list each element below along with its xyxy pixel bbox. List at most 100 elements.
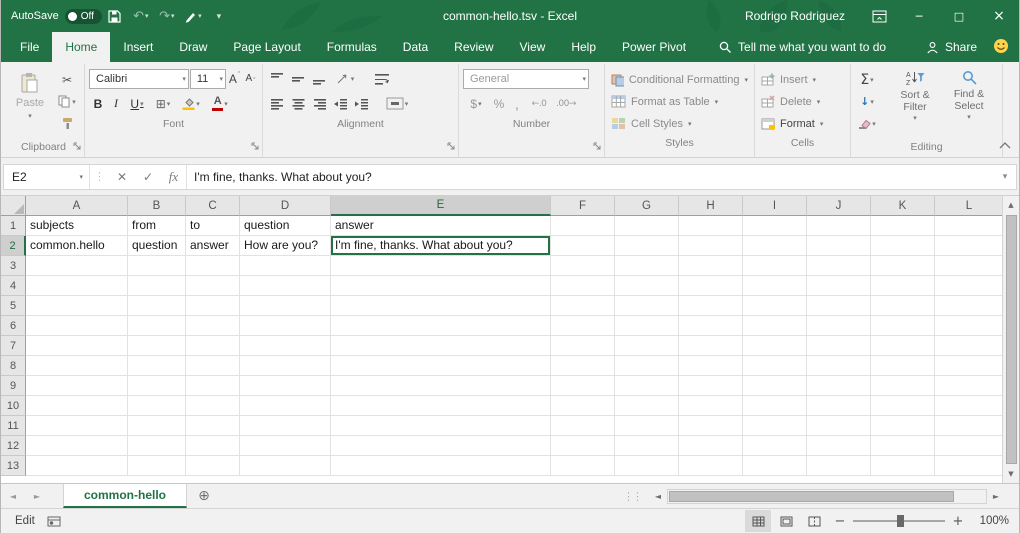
cell-H10[interactable]	[679, 396, 743, 416]
cell-B7[interactable]	[128, 336, 186, 356]
cell-L8[interactable]	[935, 356, 1002, 376]
cell-K11[interactable]	[871, 416, 935, 436]
cell-K12[interactable]	[871, 436, 935, 456]
cell-I3[interactable]	[743, 256, 807, 276]
cell-F13[interactable]	[551, 456, 615, 476]
cell-I4[interactable]	[743, 276, 807, 296]
cell-L2[interactable]	[935, 236, 1002, 256]
cell-I13[interactable]	[743, 456, 807, 476]
cell-E5[interactable]	[331, 296, 551, 316]
font-color-button[interactable]: A ▾	[206, 93, 234, 114]
zoom-out-button[interactable]: −	[829, 514, 851, 529]
new-sheet-button[interactable]: ⊕	[187, 484, 221, 508]
wrap-text-button[interactable]	[369, 68, 395, 89]
cell-K9[interactable]	[871, 376, 935, 396]
page-layout-view-button[interactable]	[773, 510, 799, 532]
cell-G10[interactable]	[615, 396, 679, 416]
column-header-F[interactable]: F	[551, 196, 615, 216]
cell-I1[interactable]	[743, 216, 807, 236]
comma-style-button[interactable]: ,	[509, 93, 525, 114]
tab-review[interactable]: Review	[441, 32, 506, 62]
ribbon-display-options-button[interactable]	[859, 0, 899, 32]
cell-C9[interactable]	[186, 376, 240, 396]
cell-C13[interactable]	[186, 456, 240, 476]
format-as-table-button[interactable]: Format as Table▾	[609, 91, 750, 112]
percent-style-button[interactable]: %	[490, 93, 508, 114]
cell-F8[interactable]	[551, 356, 615, 376]
font-size-combo[interactable]: 11▾	[190, 69, 226, 89]
cell-L7[interactable]	[935, 336, 1002, 356]
autosum-button[interactable]: Σ▾	[855, 69, 879, 90]
cell-B13[interactable]	[128, 456, 186, 476]
cell-K2[interactable]	[871, 236, 935, 256]
cell-F12[interactable]	[551, 436, 615, 456]
cell-B3[interactable]	[128, 256, 186, 276]
decrease-font-size-button[interactable]: Aˇ	[243, 68, 258, 89]
cell-I7[interactable]	[743, 336, 807, 356]
tab-insert[interactable]: Insert	[110, 32, 166, 62]
borders-button[interactable]: ⊞▾	[150, 93, 176, 114]
cell-H13[interactable]	[679, 456, 743, 476]
cell-E12[interactable]	[331, 436, 551, 456]
select-all-button[interactable]	[1, 196, 26, 216]
column-header-E[interactable]: E	[331, 196, 551, 216]
cell-G8[interactable]	[615, 356, 679, 376]
row-header-12[interactable]: 12	[1, 436, 26, 456]
cell-K4[interactable]	[871, 276, 935, 296]
cell-E3[interactable]	[331, 256, 551, 276]
cell-H4[interactable]	[679, 276, 743, 296]
formula-bar-drag-handle[interactable]: ⋮	[90, 170, 109, 183]
cell-D1[interactable]: question	[240, 216, 331, 236]
cell-L10[interactable]	[935, 396, 1002, 416]
cell-L9[interactable]	[935, 376, 1002, 396]
align-left-button[interactable]	[267, 93, 287, 114]
cell-B4[interactable]	[128, 276, 186, 296]
cell-C7[interactable]	[186, 336, 240, 356]
cell-K13[interactable]	[871, 456, 935, 476]
cell-G13[interactable]	[615, 456, 679, 476]
cell-E7[interactable]	[331, 336, 551, 356]
cell-B2[interactable]: question	[128, 236, 186, 256]
cell-C8[interactable]	[186, 356, 240, 376]
cell-J13[interactable]	[807, 456, 871, 476]
align-right-button[interactable]	[309, 93, 329, 114]
sheet-nav-left-icon[interactable]: ◄	[1, 484, 25, 508]
save-button[interactable]	[102, 0, 128, 32]
font-name-combo[interactable]: Calibri▾	[89, 69, 189, 89]
row-header-6[interactable]: 6	[1, 316, 26, 336]
cell-A9[interactable]	[26, 376, 128, 396]
cell-B8[interactable]	[128, 356, 186, 376]
cell-I2[interactable]	[743, 236, 807, 256]
cell-J12[interactable]	[807, 436, 871, 456]
tab-view[interactable]: View	[507, 32, 559, 62]
row-header-5[interactable]: 5	[1, 296, 26, 316]
paste-button[interactable]: Paste ▾	[7, 67, 53, 120]
column-header-B[interactable]: B	[128, 196, 186, 216]
top-align-button[interactable]	[267, 68, 287, 89]
cell-K3[interactable]	[871, 256, 935, 276]
cell-J11[interactable]	[807, 416, 871, 436]
cell-G11[interactable]	[615, 416, 679, 436]
cell-L4[interactable]	[935, 276, 1002, 296]
cell-J5[interactable]	[807, 296, 871, 316]
cell-B6[interactable]	[128, 316, 186, 336]
cell-A3[interactable]	[26, 256, 128, 276]
sheet-nav-right-icon[interactable]: ►	[25, 484, 49, 508]
column-header-A[interactable]: A	[26, 196, 128, 216]
user-name[interactable]: Rodrigo Rodriguez	[745, 9, 845, 23]
delete-cells-button[interactable]: Delete▾	[759, 91, 846, 112]
cell-D8[interactable]	[240, 356, 331, 376]
cell-K8[interactable]	[871, 356, 935, 376]
cell-C3[interactable]	[186, 256, 240, 276]
cell-A7[interactable]	[26, 336, 128, 356]
cell-F2[interactable]	[551, 236, 615, 256]
row-header-8[interactable]: 8	[1, 356, 26, 376]
cell-G1[interactable]	[615, 216, 679, 236]
cell-F6[interactable]	[551, 316, 615, 336]
tab-splitter-handle[interactable]: ⋮⋮	[615, 490, 649, 503]
cell-F4[interactable]	[551, 276, 615, 296]
cell-I6[interactable]	[743, 316, 807, 336]
tab-formulas[interactable]: Formulas	[314, 32, 390, 62]
enter-button[interactable]: ✓	[135, 165, 161, 189]
zoom-slider[interactable]	[853, 512, 945, 530]
